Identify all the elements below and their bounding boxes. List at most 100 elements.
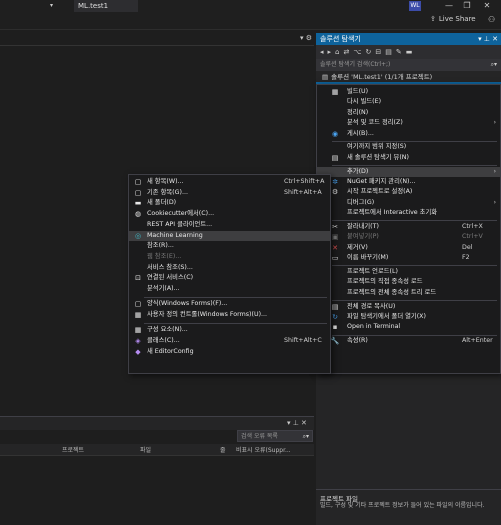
menu-item-label: 속성(R): [347, 337, 368, 345]
search-icon[interactable]: ⌕▾: [303, 431, 309, 443]
solution-root-node[interactable]: ▤ 솔루션 'ML.test1' (1/1개 프로젝트): [316, 72, 501, 82]
pending-changes-icon[interactable]: ⌥: [353, 48, 361, 56]
menu-item-4[interactable]: REST API 클라이언트...: [129, 220, 330, 231]
editorconfig-icon: ◆: [135, 347, 141, 356]
menu-item-2[interactable]: 정리(N): [317, 108, 500, 119]
column-project[interactable]: 프로젝트: [62, 445, 84, 454]
menu-item-12[interactable]: ▢ 양식(Windows Forms)(F)...: [129, 299, 330, 310]
build-icon: ▦: [331, 88, 339, 96]
menu-item-17[interactable]: ✕ 제거(V) Del: [317, 243, 500, 254]
document-tab-strip: ▾ ⚙: [0, 33, 314, 46]
menu-item-9[interactable]: 추가(D) ›: [317, 166, 500, 178]
minimize-button[interactable]: —: [442, 0, 456, 12]
menu-item-16[interactable]: ▣ 붙여넣기(P) Ctrl+V: [317, 232, 500, 243]
menu-item-label: Machine Learning: [147, 231, 203, 239]
menu-item-7[interactable]: ▤ 새 솔루션 탐색기 뷰(N): [317, 153, 500, 164]
menu-item-10[interactable]: 분석기(A)...: [129, 284, 330, 295]
menu-item-13[interactable]: 프로젝트에서 Interactive 초기화: [317, 208, 500, 219]
tab-dropdown-icon[interactable]: ▾ ⚙: [300, 34, 312, 42]
menu-item-16[interactable]: ◈ 클래스(C)... Shift+Alt+C: [129, 336, 330, 347]
menu-item-25[interactable]: ↻ 파일 탐색기에서 폴더 열기(X): [317, 312, 500, 323]
menu-item-22[interactable]: 프로젝트의 전체 종속성 트리 로드: [317, 288, 500, 299]
menu-item-18[interactable]: ▭ 이름 바꾸기(M) F2: [317, 253, 500, 264]
menu-item-17[interactable]: ◆ 새 EditorConfig: [129, 347, 330, 358]
column-suppression[interactable]: 비표시 오류(Suppr...: [236, 445, 291, 454]
person-icon[interactable]: ⚇: [488, 15, 495, 24]
menu-item-3[interactable]: 분석 및 코드 정리(Z) ›: [317, 118, 500, 129]
refresh-icon: ↻: [332, 313, 338, 321]
chevron-down-icon[interactable]: ▾: [50, 2, 53, 9]
search-icon[interactable]: ⌕▾: [491, 59, 497, 71]
menu-item-shortcut: Shift+Alt+C: [284, 337, 322, 344]
connected-service-icon: ⊡: [135, 274, 141, 283]
user-control-icon: ▦: [134, 311, 142, 319]
collapse-icon[interactable]: ⊟: [375, 48, 381, 56]
error-search-input[interactable]: 검색 오류 목록 ⌕▾: [237, 430, 313, 442]
menu-item-11[interactable]: ⚙ 시작 프로젝트로 설정(A): [317, 187, 500, 198]
menu-item-5[interactable]: ◎ Machine Learning: [129, 230, 330, 241]
delete-icon: ✕: [332, 243, 338, 252]
menu-item-label: REST API 클라이언트...: [147, 220, 213, 228]
submenu-arrow-icon: ›: [493, 119, 496, 127]
copy-path-icon: ▤: [331, 302, 339, 311]
add-submenu: ▢ 새 항목(W)... Ctrl+Shift+A ▢ 기존 항목(G)... Shift…: [128, 174, 331, 374]
menu-item-15[interactable]: ▦ 구성 요소(N)...: [129, 325, 330, 336]
menu-item-label: 시작 프로젝트로 설정(A): [347, 188, 413, 196]
menu-item-shortcut: F2: [462, 254, 470, 262]
sync-icon[interactable]: ⇄: [343, 48, 349, 56]
menu-item-0[interactable]: ▦ 빌드(U): [317, 87, 500, 98]
menu-item-26[interactable]: ▪ Open in Terminal: [317, 322, 500, 333]
menu-item-label: Cookiecutter에서(C)...: [147, 210, 215, 218]
wrench-icon: 🔧: [330, 337, 340, 346]
avatar[interactable]: WL: [409, 1, 421, 11]
wrench-icon[interactable]: ✎: [396, 48, 402, 56]
menu-item-6[interactable]: 여기까지 범위 지정(S): [317, 142, 500, 153]
menu-item-1[interactable]: 다시 빌드(E): [317, 97, 500, 108]
menu-separator: [144, 323, 327, 324]
menu-item-0[interactable]: ▢ 새 항목(W)... Ctrl+Shift+A: [129, 177, 330, 188]
preview-icon[interactable]: ▬: [406, 48, 413, 56]
solution-search-placeholder: 솔루션 탐색기 검색(Ctrl+;): [320, 61, 391, 68]
menu-item-3[interactable]: ◍ Cookiecutter에서(C)...: [129, 209, 330, 220]
panel-controls-icon[interactable]: ▾ ⊥ ✕: [287, 419, 307, 427]
menu-item-8[interactable]: 서비스 참조(S)...: [129, 263, 330, 274]
back-icon[interactable]: ◂: [320, 48, 324, 56]
nuget-icon: ✲: [332, 178, 338, 186]
menu-item-4[interactable]: ◉ 게시(B)...: [317, 129, 500, 140]
menu-item-28[interactable]: 🔧 속성(R) Alt+Enter: [317, 336, 500, 347]
menu-item-20[interactable]: 프로젝트 언로드(L): [317, 267, 500, 278]
menu-item-6[interactable]: 참조(R)...: [129, 241, 330, 252]
home-icon[interactable]: ⌂: [335, 48, 339, 56]
menu-item-24[interactable]: ▤ 전체 경로 복사(U): [317, 302, 500, 313]
menu-item-15[interactable]: ✂ 잘라내기(T) Ctrl+X: [317, 222, 500, 233]
menu-item-2[interactable]: ▬ 새 폴더(D): [129, 198, 330, 209]
menu-item-label: Open in Terminal: [347, 323, 401, 331]
live-share-button[interactable]: ⇪ Live Share: [430, 15, 476, 23]
solution-explorer-search[interactable]: 솔루션 탐색기 검색(Ctrl+;) ⌕▾: [316, 59, 501, 71]
menu-item-21[interactable]: 프로젝트의 직접 종속성 로드: [317, 277, 500, 288]
menu-item-12[interactable]: 디버그(G) ›: [317, 198, 500, 209]
refresh-icon[interactable]: ↻: [365, 48, 371, 56]
solution-icon: ▤: [322, 73, 329, 81]
pane-controls-icon[interactable]: ▾ ⊥ ✕: [478, 33, 498, 45]
cookiecutter-icon: ◍: [134, 210, 142, 219]
menu-item-7[interactable]: 웹 참조(E)...: [129, 252, 330, 263]
gear-icon: ⚙: [331, 188, 339, 197]
publish-icon: ◉: [331, 129, 339, 138]
column-file[interactable]: 파일: [140, 445, 151, 454]
ml-icon: ◎: [134, 231, 142, 240]
restore-button[interactable]: ❐: [460, 0, 474, 12]
close-button[interactable]: ✕: [480, 0, 494, 12]
menu-item-9[interactable]: ⊡ 연결된 서비스(C): [129, 273, 330, 284]
solution-explorer-title-bar: 솔루션 탐색기 ▾ ⊥ ✕: [316, 33, 501, 45]
forward-icon[interactable]: ▸: [328, 48, 332, 56]
menu-item-label: 전체 경로 복사(U): [347, 302, 396, 310]
menu-item-10[interactable]: ✲ NuGet 패키지 관리(N)...: [317, 177, 500, 188]
folder-icon: ▬: [134, 199, 142, 208]
show-files-icon[interactable]: ▤: [385, 48, 392, 56]
menu-item-1[interactable]: ▢ 기존 항목(G)... Shift+Alt+A: [129, 188, 330, 199]
menu-item-13[interactable]: ▦ 사용자 정의 컨트롤(Windows Forms)(U)...: [129, 310, 330, 321]
column-line[interactable]: 줄: [220, 445, 226, 454]
cut-icon: ✂: [332, 223, 338, 231]
class-icon: ◈: [135, 337, 141, 345]
